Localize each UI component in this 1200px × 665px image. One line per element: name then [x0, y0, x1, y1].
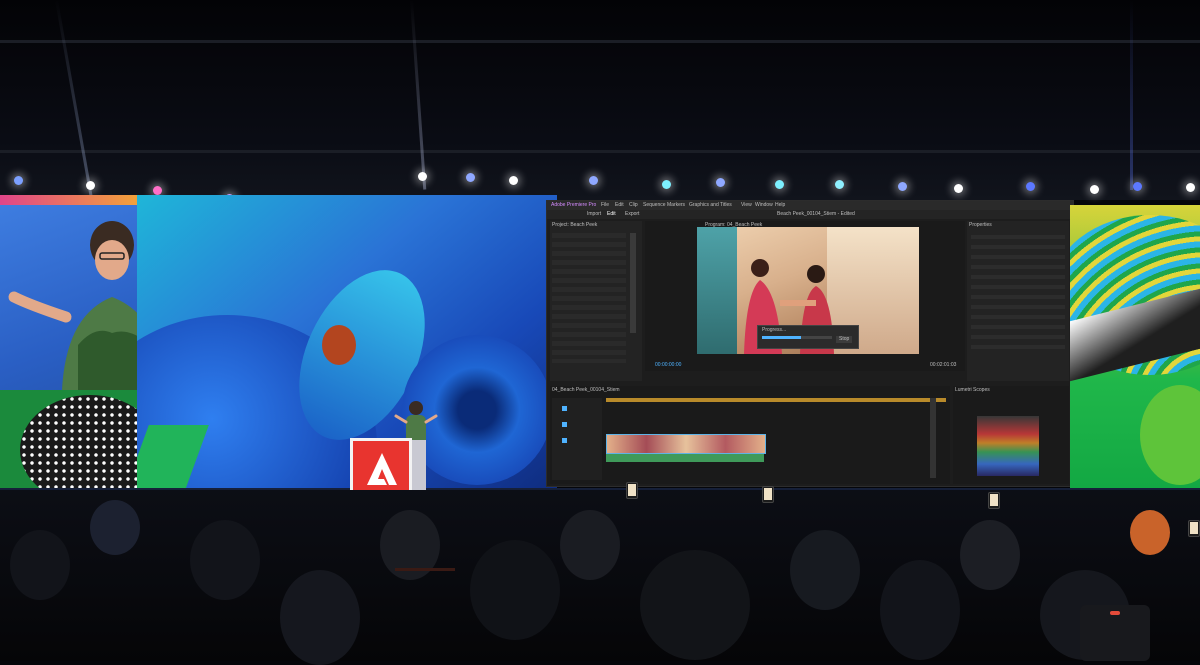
- stage-light: [589, 176, 598, 185]
- lighting-truss: [0, 150, 1200, 153]
- audience-member: [10, 530, 70, 600]
- speaker-face: [95, 240, 129, 280]
- menu-markers[interactable]: Markers: [667, 201, 685, 210]
- timeline-panel: 04_Beach Peek_00104_Stiem: [550, 386, 950, 484]
- phone-icon: [626, 482, 638, 499]
- tab-export[interactable]: Export: [625, 210, 639, 219]
- tab-import[interactable]: Import: [587, 210, 601, 219]
- menu-file[interactable]: File: [601, 201, 609, 210]
- stage-light: [1090, 185, 1099, 194]
- phone-icon: [988, 492, 1000, 509]
- menu-help[interactable]: Help: [775, 201, 785, 210]
- phone-icon: [762, 486, 774, 503]
- stage-light: [775, 180, 784, 189]
- audience-member: [560, 510, 620, 580]
- titlebar: Import Edit Export Beach Peek_00104_Stie…: [547, 210, 1073, 219]
- audience-member: [470, 540, 560, 640]
- panel-title: Properties: [969, 222, 992, 228]
- progress-fill: [762, 336, 801, 339]
- audience-member: [640, 550, 750, 660]
- right-led-screen: [1070, 205, 1200, 495]
- stage-light: [86, 181, 95, 190]
- stage-light: [1133, 182, 1142, 191]
- audio-clip[interactable]: [606, 454, 764, 462]
- menu-edit[interactable]: Edit: [615, 201, 624, 210]
- audience: [0, 482, 1200, 665]
- light-beam: [1130, 0, 1133, 190]
- waveform-scope: [977, 416, 1039, 476]
- adobe-logo-icon: [367, 453, 397, 485]
- timecode-right: 00:02:01:03: [930, 362, 957, 368]
- panel-title: Project: Beach Peek: [552, 222, 598, 228]
- audience-member: [1130, 510, 1170, 555]
- stage-light: [716, 178, 725, 187]
- progress-label: Progress...: [762, 327, 787, 333]
- menu-clip[interactable]: Clip: [629, 201, 638, 210]
- timecode-left: 00:00:00:00: [655, 362, 682, 368]
- center-art-screen: [137, 195, 557, 490]
- stage-light: [954, 184, 963, 193]
- progress-track: [762, 336, 832, 339]
- stage-light: [1026, 182, 1035, 191]
- audience-member: [280, 570, 360, 665]
- lumetri-scopes: Lumetri Scopes: [953, 386, 1069, 484]
- video-clip[interactable]: [606, 434, 766, 454]
- venue-ceiling: [0, 0, 1200, 200]
- audience-member: [190, 520, 260, 600]
- stage-light: [1186, 183, 1195, 192]
- progress-dialog: Progress... Stop: [757, 325, 859, 349]
- audience-member: [90, 500, 140, 555]
- audience-member: [960, 520, 1020, 590]
- stage-light: [835, 180, 844, 189]
- audience-member: [790, 530, 860, 610]
- stage-light: [662, 180, 671, 189]
- stage-light: [153, 186, 162, 195]
- menu-window[interactable]: Window: [755, 201, 773, 210]
- tab-edit[interactable]: Edit: [607, 210, 616, 219]
- menu-sequence[interactable]: Sequence: [643, 201, 666, 210]
- audience-member: [880, 560, 960, 660]
- stage-light: [418, 172, 427, 181]
- lanyard: [395, 568, 455, 571]
- timeline-ruler: [606, 398, 946, 402]
- phone-icon: [1080, 605, 1150, 661]
- window-title: Beach Peek_00104_Stiem - Edited: [777, 211, 855, 217]
- panel-title: 04_Beach Peek_00104_Stiem: [552, 387, 620, 393]
- project-panel: Project: Beach Peek: [550, 221, 642, 381]
- stop-button[interactable]: Stop: [836, 336, 853, 343]
- track-headers: [552, 398, 602, 480]
- video-preview: Progress... Stop: [697, 227, 919, 354]
- menu-view[interactable]: View: [741, 201, 752, 210]
- timeline-scrollbar[interactable]: [930, 398, 936, 478]
- stage-light: [898, 182, 907, 191]
- stage-light: [466, 173, 475, 182]
- properties-panel: Properties: [967, 221, 1069, 381]
- panel-title: Lumetri Scopes: [955, 387, 990, 393]
- phone-icon: [1188, 520, 1200, 537]
- menu-app[interactable]: Adobe Premiere Pro: [551, 201, 596, 210]
- premiere-pro-screen: Adobe Premiere Pro File Edit Clip Sequen…: [546, 200, 1074, 487]
- stage-light: [509, 176, 518, 185]
- speaker-left-arm: [8, 291, 72, 323]
- menu-graphics[interactable]: Graphics and Titles: [689, 201, 732, 210]
- menubar: Adobe Premiere Pro File Edit Clip Sequen…: [547, 201, 1073, 210]
- lighting-truss: [0, 40, 1200, 43]
- stage-light: [14, 176, 23, 185]
